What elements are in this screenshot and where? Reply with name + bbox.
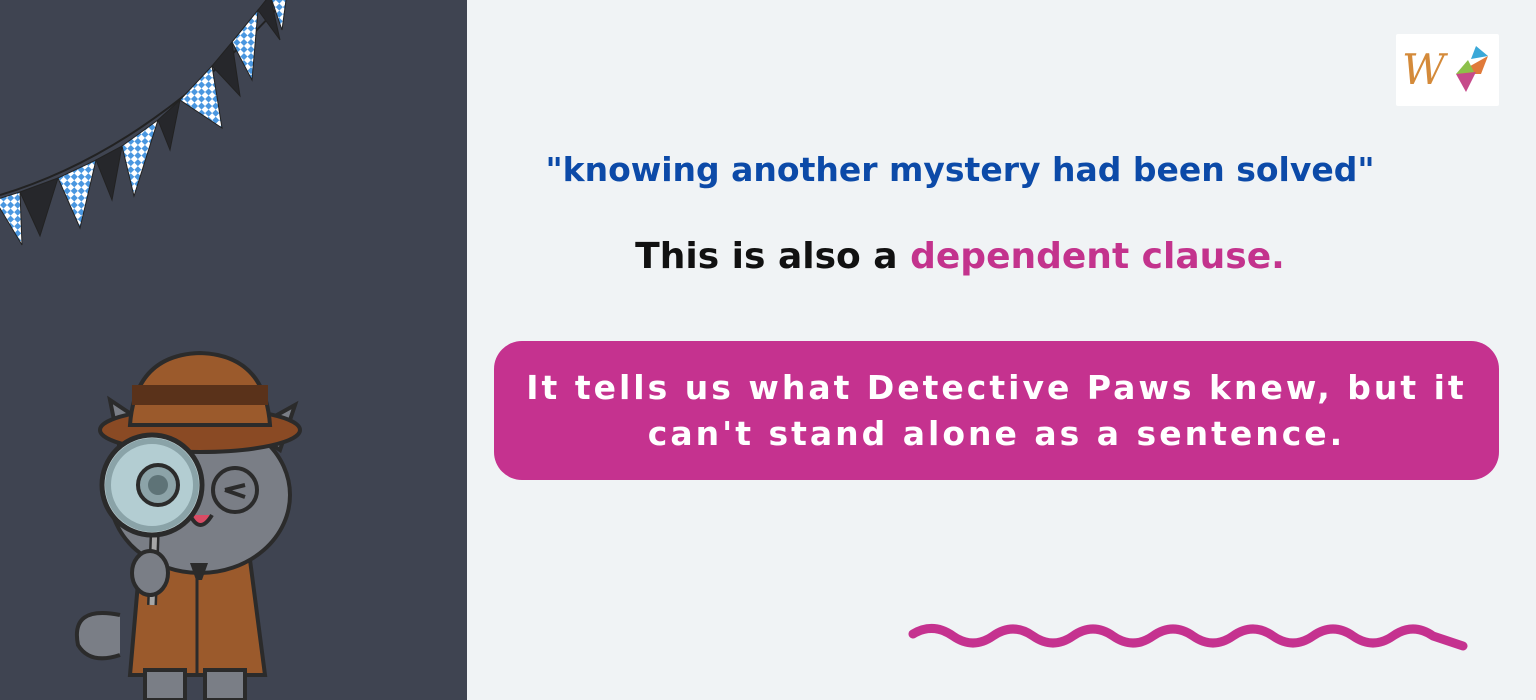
explanation-callout: It tells us what Detective Paws knew, bu…	[494, 341, 1499, 480]
callout-text: It tells us what Detective Paws knew, bu…	[526, 367, 1467, 453]
quote-text: "knowing another mystery had been solved…	[545, 150, 1375, 189]
bunting-flags	[0, 0, 287, 246]
brand-logo: W	[1396, 34, 1499, 106]
svg-text:W: W	[1402, 45, 1449, 94]
left-illustration-panel	[0, 0, 467, 700]
detective-cat-illustration	[74, 350, 302, 700]
clause-heading: This is also a dependent clause.	[470, 236, 1450, 277]
clause-prefix: This is also a	[635, 236, 911, 277]
squiggle-wave	[908, 624, 1468, 651]
clause-highlight: dependent clause.	[910, 236, 1285, 277]
